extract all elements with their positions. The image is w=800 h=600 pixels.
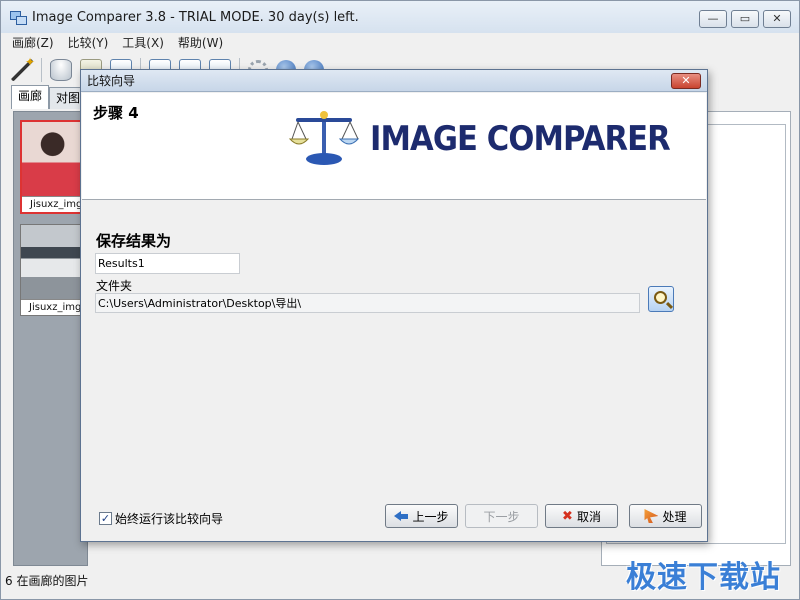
- next-step-label: 下一步: [483, 509, 520, 524]
- dialog-title: 比较向导: [87, 74, 136, 88]
- always-run-checkbox[interactable]: ✓: [99, 512, 112, 525]
- menu-tools[interactable]: 工具(X): [115, 33, 171, 53]
- scales-logo-icon: [288, 111, 360, 165]
- gallery-panel[interactable]: Jisuxz_img Jisuxz_img: [13, 111, 90, 566]
- window-controls: — ▭ ✕: [699, 10, 791, 28]
- step-label: 步骤 4: [93, 104, 139, 122]
- site-watermark: 极速下载站: [626, 560, 781, 595]
- close-button[interactable]: ✕: [763, 10, 791, 28]
- arrow-left-icon: [394, 510, 409, 522]
- menu-help[interactable]: 帮助(W): [171, 33, 230, 53]
- app-icon: [10, 9, 27, 25]
- cancel-button[interactable]: ✖ 取消: [545, 504, 618, 528]
- dialog-close-button[interactable]: ✕: [671, 73, 701, 89]
- maximize-button[interactable]: ▭: [731, 10, 759, 28]
- tab-gallery[interactable]: 画廊: [11, 85, 50, 109]
- always-run-wizard-option[interactable]: ✓ 始终运行该比较向导: [99, 510, 223, 527]
- magnifier-icon: [654, 291, 667, 304]
- main-title-bar[interactable]: Image Comparer 3.8 - TRIAL MODE. 30 day(…: [1, 1, 799, 33]
- cancel-x-icon: ✖: [562, 508, 573, 524]
- dialog-header: 步骤 4 IMAGE COMPARER: [82, 93, 706, 200]
- thumbnail-label: Jisuxz_img: [22, 196, 88, 212]
- cancel-label: 取消: [576, 509, 601, 524]
- wizard-wand-icon[interactable]: [11, 55, 35, 81]
- main-tabs: 画廊 对图: [11, 85, 88, 109]
- browse-folder-button[interactable]: [648, 286, 674, 312]
- thumbnail-image: [21, 225, 89, 299]
- folder-label: 文件夹: [96, 279, 133, 293]
- always-run-label: 始终运行该比较向导: [115, 512, 224, 526]
- prev-step-label: 上一步: [412, 509, 449, 524]
- thumbnail-label: Jisuxz_img: [21, 299, 89, 315]
- menu-compare[interactable]: 比较(Y): [61, 33, 116, 53]
- minimize-button[interactable]: —: [699, 10, 727, 28]
- folder-path-input[interactable]: [95, 293, 640, 313]
- dialog-title-bar[interactable]: 比较向导 ✕: [81, 70, 707, 92]
- window-title: Image Comparer 3.8 - TRIAL MODE. 30 day(…: [32, 9, 359, 25]
- process-label: 处理: [662, 509, 687, 524]
- prev-step-button[interactable]: 上一步: [385, 504, 458, 528]
- add-database-icon[interactable]: [50, 59, 72, 81]
- save-results-heading: 保存结果为: [96, 232, 172, 250]
- logo-text: IMAGE COMPARER: [370, 119, 671, 159]
- compare-wizard-dialog: 比较向导 ✕ 步骤 4 IMAGE COMPARER 保存结果为 文件夹 ✓ 始…: [80, 69, 708, 542]
- result-name-input[interactable]: [95, 253, 240, 274]
- status-bar: 6 在画廊的图片: [5, 574, 89, 588]
- menu-gallery[interactable]: 画廊(Z): [5, 33, 61, 53]
- menu-bar: 画廊(Z) 比较(Y) 工具(X) 帮助(W): [5, 33, 230, 53]
- process-button[interactable]: 处理: [629, 504, 702, 528]
- next-step-button[interactable]: 下一步: [465, 504, 538, 528]
- process-arrow-icon: [644, 509, 659, 523]
- toolbar-separator: [41, 58, 42, 82]
